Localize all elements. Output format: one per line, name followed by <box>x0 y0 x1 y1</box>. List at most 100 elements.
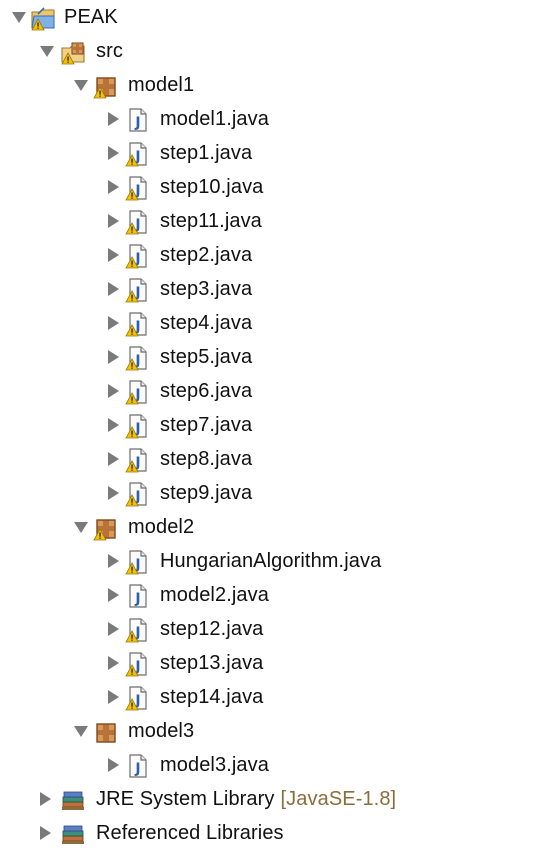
tree-item-label: step9.java <box>160 482 252 504</box>
tree-item-java-file[interactable]: J model1.java <box>0 102 540 136</box>
tree-item-text: step14.java <box>160 686 264 708</box>
tree-item-java-file[interactable]: J step7.java <box>0 408 540 442</box>
tree-item-text: model1.java <box>160 108 269 130</box>
expand-arrow-icon[interactable] <box>106 452 120 466</box>
tree-item-label: step5.java <box>160 346 252 368</box>
library-icon <box>60 787 86 813</box>
tree-item-java-file[interactable]: J step14.java <box>0 680 540 714</box>
tree-item-label: step2.java <box>160 244 252 266</box>
expand-arrow-icon[interactable] <box>38 826 52 840</box>
java-file-warning-icon: J <box>124 175 150 201</box>
tree-item-java-file[interactable]: J step13.java <box>0 646 540 680</box>
tree-item-java-file[interactable]: J step10.java <box>0 170 540 204</box>
tree-item-java-file[interactable]: J step2.java <box>0 238 540 272</box>
expand-arrow-icon[interactable] <box>106 758 120 772</box>
tree-item-text: model1 <box>128 74 195 96</box>
expand-arrow-icon[interactable] <box>106 656 120 670</box>
expand-arrow-icon[interactable] <box>106 690 120 704</box>
java-file-warning-icon: J <box>124 413 150 439</box>
expand-arrow-icon[interactable] <box>106 214 120 228</box>
tree-item-label: step12.java <box>160 618 263 640</box>
collapse-arrow-icon[interactable] <box>74 724 88 738</box>
tree-item-label: model1.java <box>160 108 269 130</box>
tree-item-label: step6.java <box>160 380 252 402</box>
java-file-warning-icon: J <box>124 141 150 167</box>
tree-item-java-file[interactable]: J step1.java <box>0 136 540 170</box>
tree-item-java-file[interactable]: J step3.java <box>0 272 540 306</box>
svg-text:J: J <box>134 115 140 131</box>
tree-item-text: step6.java <box>160 380 253 402</box>
expand-arrow-icon[interactable] <box>106 248 120 262</box>
java-file-warning-icon: J <box>124 481 150 507</box>
tree-item-text: model2 <box>128 516 195 538</box>
tree-item-label: HungarianAlgorithm.java <box>160 550 381 572</box>
tree-item-java-file[interactable]: J step8.java <box>0 442 540 476</box>
java-file-warning-icon: J <box>124 447 150 473</box>
tree-item-label: src <box>96 40 123 62</box>
expand-arrow-icon[interactable] <box>106 316 120 330</box>
tree-item-java-file[interactable]: J step9.java <box>0 476 540 510</box>
tree-item-java-file[interactable]: J model3.java <box>0 748 540 782</box>
expand-arrow-icon[interactable] <box>106 554 120 568</box>
tree-item-java-file[interactable]: J HungarianAlgorithm.java <box>0 544 540 578</box>
tree-item-label: step13.java <box>160 652 263 674</box>
tree-item-java-file[interactable]: J model2.java <box>0 578 540 612</box>
tree-item-text: step4.java <box>160 312 253 334</box>
collapse-arrow-icon[interactable] <box>74 520 88 534</box>
expand-arrow-icon[interactable] <box>106 622 120 636</box>
tree-item-text: HungarianAlgorithm.java <box>160 550 382 572</box>
expand-arrow-icon[interactable] <box>106 146 120 160</box>
tree-item-text: model2.java <box>160 584 269 606</box>
expand-arrow-icon[interactable] <box>106 486 120 500</box>
tree-item-java-file[interactable]: J step12.java <box>0 612 540 646</box>
tree-item-java-file[interactable]: J step4.java <box>0 306 540 340</box>
expand-arrow-icon[interactable] <box>106 112 120 126</box>
java-file-warning-icon: J <box>124 651 150 677</box>
tree-item-java-file[interactable]: J step11.java <box>0 204 540 238</box>
tree-item-library[interactable]: JRE System Library [JavaSE-1.8] <box>0 782 540 816</box>
package-icon <box>92 719 118 745</box>
project-folder-warning-icon <box>30 5 56 31</box>
java-file-warning-icon: J <box>124 549 150 575</box>
source-folder-warning-icon <box>60 39 86 65</box>
expand-arrow-icon[interactable] <box>106 350 120 364</box>
tree-item-text: step5.java <box>160 346 253 368</box>
tree-item-text: model3 <box>128 720 195 742</box>
tree-item-label: step14.java <box>160 686 263 708</box>
expand-arrow-icon[interactable] <box>106 180 120 194</box>
java-file-warning-icon: J <box>124 277 150 303</box>
tree-item-label: step3.java <box>160 278 252 300</box>
tree-item-text: step9.java <box>160 482 253 504</box>
expand-arrow-icon[interactable] <box>106 418 120 432</box>
tree-item-text: step7.java <box>160 414 253 436</box>
tree-item-java-file[interactable]: J step5.java <box>0 340 540 374</box>
collapse-arrow-icon[interactable] <box>12 10 26 24</box>
collapse-arrow-icon[interactable] <box>40 44 54 58</box>
package-warning-icon <box>92 73 118 99</box>
tree-item-label: model2 <box>128 516 194 538</box>
expand-arrow-icon[interactable] <box>106 282 120 296</box>
tree-item-package[interactable]: model2 <box>0 510 540 544</box>
java-file-warning-icon: J <box>124 243 150 269</box>
tree-item-label: model3.java <box>160 754 269 776</box>
expand-arrow-icon[interactable] <box>38 792 52 806</box>
tree-item-package[interactable]: model3 <box>0 714 540 748</box>
tree-item-text: step1.java <box>160 142 253 164</box>
tree-item-java-file[interactable]: J step6.java <box>0 374 540 408</box>
collapse-arrow-icon[interactable] <box>74 78 88 92</box>
tree-item-project[interactable]: PEAK <box>0 0 540 34</box>
tree-item-src[interactable]: src <box>0 34 540 68</box>
tree-item-label: Referenced Libraries <box>96 822 284 844</box>
java-file-warning-icon: J <box>124 345 150 371</box>
tree-item-label: PEAK <box>64 6 118 28</box>
tree-item-text: src <box>96 40 123 62</box>
java-file-icon: J <box>124 583 150 609</box>
expand-arrow-icon[interactable] <box>106 588 120 602</box>
svg-text:J: J <box>134 761 140 777</box>
tree-item-label: JRE System Library [JavaSE-1.8] <box>96 788 396 810</box>
tree-item-decoration: [JavaSE-1.8] <box>280 788 397 810</box>
tree-item-label: step10.java <box>160 176 263 198</box>
tree-item-library[interactable]: Referenced Libraries <box>0 816 540 850</box>
tree-item-package[interactable]: model1 <box>0 68 540 102</box>
expand-arrow-icon[interactable] <box>106 384 120 398</box>
